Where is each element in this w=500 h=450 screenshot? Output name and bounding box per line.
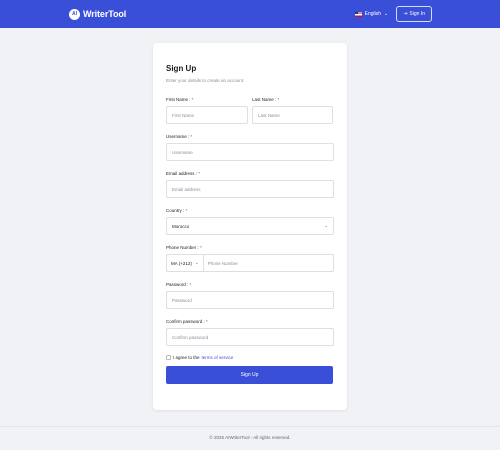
country-select[interactable]: Morocco ⌄: [166, 217, 334, 235]
username-label: Username : *: [166, 134, 334, 140]
brand-name: WriterTool: [83, 9, 127, 19]
terms-agreement: I agree to the terms of service: [166, 355, 334, 360]
confirm-password-label: Confirm password : *: [166, 319, 334, 325]
first-name-label-text: First Name :: [166, 97, 191, 102]
email-group: Email address : * Email address: [166, 171, 334, 198]
phone-label-text: Phone Number :: [166, 245, 199, 250]
username-group: Username : * Username: [166, 134, 334, 161]
signup-card: Sign Up Enter your details to create an …: [153, 43, 347, 410]
password-input[interactable]: Password: [166, 291, 334, 309]
last-name-label-text: Last Name :: [252, 97, 277, 102]
page-title: Sign Up: [166, 64, 197, 73]
required-mark: *: [198, 171, 201, 176]
country-label: Country : *: [166, 208, 334, 214]
first-name-group: First Name : * First Name: [166, 97, 248, 124]
email-label: Email address : *: [166, 171, 334, 177]
language-selector[interactable]: English ⌄: [354, 11, 389, 17]
email-input[interactable]: Email address: [166, 180, 334, 198]
country-code-select[interactable]: MA (+212) ⌄: [167, 255, 204, 271]
top-navbar: AI WriterTool English ⌄ ⇥ Sign In: [0, 0, 500, 28]
required-mark: *: [185, 208, 188, 213]
chevron-down-icon: ⌄: [194, 260, 199, 265]
required-mark: *: [277, 97, 280, 102]
password-label-text: Password :: [166, 282, 189, 287]
logo-icon: AI: [69, 8, 80, 20]
required-mark: *: [200, 245, 202, 250]
chevron-down-icon: ⌄: [384, 11, 389, 17]
sign-in-label: Sign In: [409, 11, 425, 17]
agree-text: I agree to the: [173, 355, 200, 360]
phone-label: Phone Number : *: [166, 245, 334, 251]
sign-up-button[interactable]: Sign Up: [166, 366, 333, 384]
first-name-label: First Name : *: [166, 97, 248, 103]
confirm-password-input[interactable]: Confirm password: [166, 328, 334, 346]
username-input[interactable]: Username: [166, 143, 334, 161]
password-group: Password : * Password: [166, 282, 334, 309]
name-row: First Name : * First Name Last Name : * …: [166, 97, 334, 124]
phone-group: Phone Number : * MA (+212) ⌄ Phone Numbe…: [166, 245, 334, 272]
required-mark: *: [189, 282, 192, 287]
confirm-password-group: Confirm password : * Confirm password: [166, 319, 334, 346]
country-group: Country : * Morocco ⌄: [166, 208, 334, 235]
chevron-down-icon: ⌄: [324, 223, 328, 228]
username-label-text: Username :: [166, 134, 190, 139]
sign-in-icon: ⇥: [403, 11, 408, 17]
language-label: English: [364, 11, 382, 17]
required-mark: *: [191, 97, 194, 102]
sign-in-button[interactable]: ⇥ Sign In: [396, 6, 432, 22]
required-mark: *: [206, 319, 208, 324]
footer-divider: [0, 426, 500, 427]
phone-number-input[interactable]: Phone Number: [204, 261, 238, 266]
email-label-text: Email address :: [166, 171, 198, 176]
last-name-label: Last Name : *: [252, 97, 333, 103]
password-label: Password : *: [166, 282, 334, 288]
last-name-group: Last Name : * Last Name: [252, 97, 333, 124]
country-label-text: Country :: [166, 208, 185, 213]
terms-checkbox[interactable]: [166, 355, 171, 360]
page-subtitle: Enter your details to create an account.: [166, 78, 245, 83]
nav-actions: English ⌄ ⇥ Sign In: [354, 6, 432, 22]
country-value: Morocco: [172, 223, 190, 229]
terms-link[interactable]: terms of service: [202, 355, 234, 360]
required-mark: *: [190, 134, 193, 139]
brand[interactable]: AI WriterTool: [69, 8, 127, 20]
phone-input-wrapper: MA (+212) ⌄ Phone Number: [166, 254, 334, 272]
country-code-value: MA (+212): [171, 260, 192, 266]
last-name-input[interactable]: Last Name: [252, 106, 333, 124]
confirm-password-label-text: Confirm password :: [166, 319, 205, 324]
footer-copyright: © 2025 AIWriterTool - All rights reserve…: [209, 435, 291, 440]
us-flag-icon: [354, 11, 362, 17]
first-name-input[interactable]: First Name: [166, 106, 248, 124]
